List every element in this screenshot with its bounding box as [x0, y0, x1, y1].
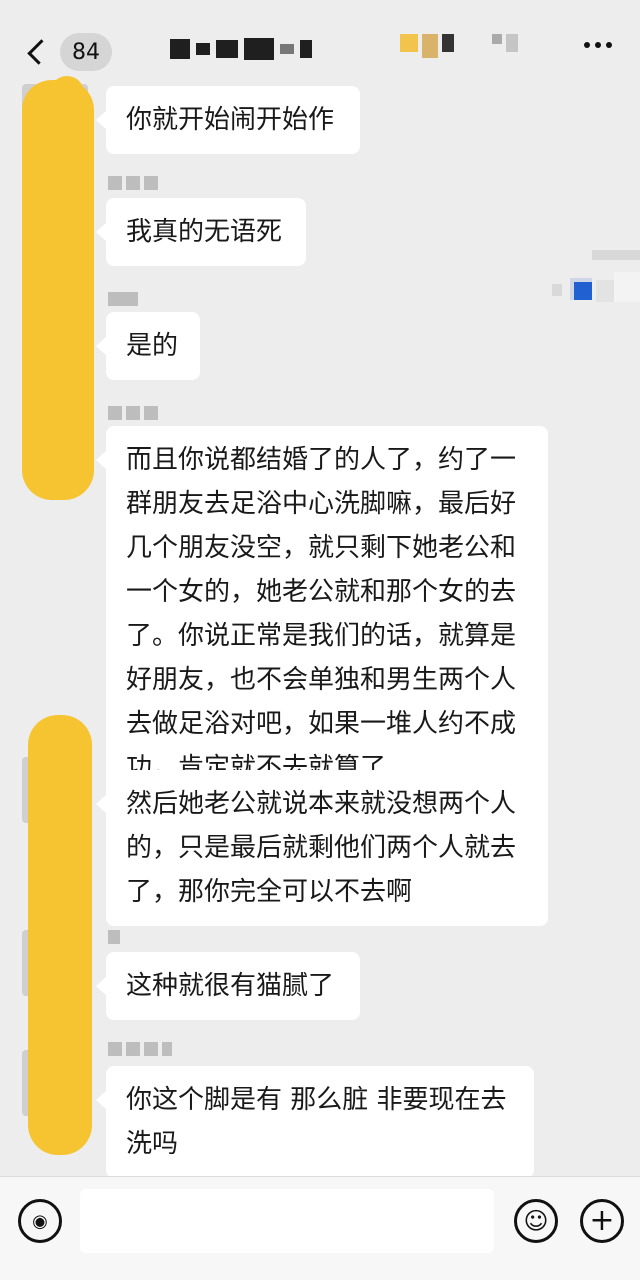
message-text: 你就开始闹开始作: [126, 105, 335, 135]
input-bar: ◉ ☺ +: [0, 1176, 640, 1280]
floating-blurred-icon[interactable]: [552, 250, 640, 346]
back-button[interactable]: 84: [22, 30, 112, 74]
emoji-icon[interactable]: ☺: [514, 1199, 558, 1243]
unread-badge: 84: [60, 33, 112, 71]
message-text: 这种就很有猫腻了: [126, 971, 335, 1001]
sender-name: [108, 292, 138, 310]
redaction-scribble: [28, 715, 92, 1155]
message-bubble[interactable]: 然后她老公就说本来就没想两个人的，只是最后就剩他们两个人就去了，那你完全可以不去…: [96, 770, 548, 926]
message-text: 而且你说都结婚了的人了，约了一群朋友去足浴中心洗脚嘛，最后好几个朋友没空，就只剩…: [126, 445, 517, 783]
sender-name: [108, 930, 120, 948]
voice-icon[interactable]: ◉: [18, 1199, 62, 1243]
message-bubble[interactable]: 这种就很有猫腻了: [96, 952, 360, 1020]
message-input[interactable]: [80, 1189, 494, 1253]
message-bubble[interactable]: 是的: [96, 312, 200, 380]
message-bubble[interactable]: 你就开始闹开始作: [96, 86, 360, 154]
sender-name: [108, 406, 158, 424]
message-bubble[interactable]: 你这个脚是有 那么脏 非要现在去洗吗: [96, 1066, 534, 1178]
message-text: 你这个脚是有 那么脏 非要现在去洗吗: [126, 1085, 507, 1159]
chevron-left-icon: [27, 39, 53, 65]
plus-icon[interactable]: +: [580, 1199, 624, 1243]
redaction-scribble: [50, 76, 84, 236]
chat-title: [170, 38, 312, 60]
message-bubble[interactable]: 而且你说都结婚了的人了，约了一群朋友去足浴中心洗脚嘛，最后好几个朋友没空，就只剩…: [96, 426, 548, 802]
more-dots-icon[interactable]: [584, 42, 612, 48]
message-text: 是的: [126, 331, 179, 361]
sender-name: [108, 1042, 172, 1060]
message-text: 然后她老公就说本来就没想两个人的，只是最后就剩他们两个人就去了，那你完全可以不去…: [126, 789, 517, 907]
sender-name: [108, 176, 158, 194]
message-text: 我真的无语死: [126, 217, 283, 247]
message-bubble[interactable]: 我真的无语死: [96, 198, 306, 266]
chat-header: 84: [0, 0, 640, 96]
chat-title-extra: [400, 34, 518, 58]
